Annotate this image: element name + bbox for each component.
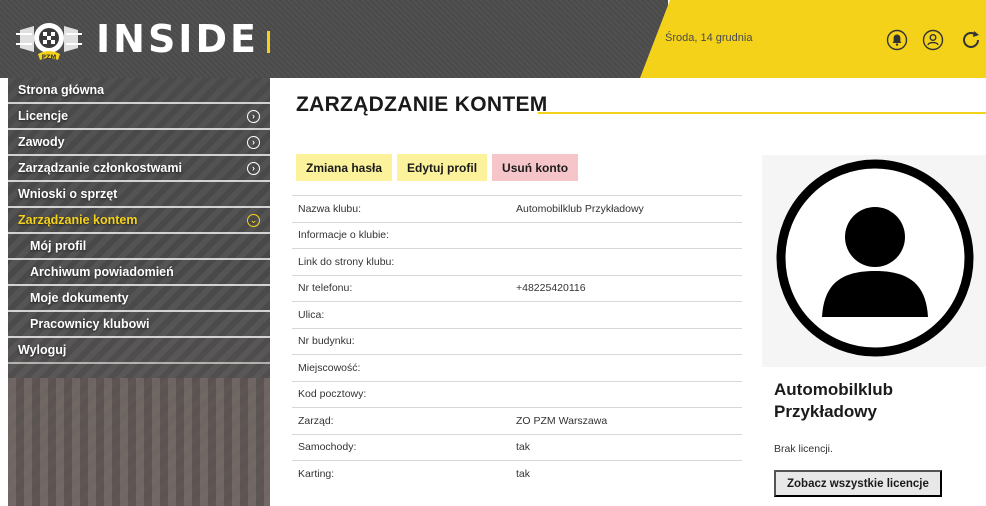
user-avatar-icon — [776, 159, 974, 357]
sidebar-item-home[interactable]: Strona główna — [8, 78, 270, 104]
field-label: Ulica: — [298, 308, 325, 321]
inside-logo[interactable]: PZM INSIDE — [14, 16, 270, 62]
delete-account-button[interactable]: Usuń konto — [492, 154, 579, 181]
sidebar-nav: Strona główna Licencje › Zawody › Zarząd… — [8, 78, 270, 364]
field-label: Nazwa klubu: — [298, 202, 362, 215]
info-row-club-website: Link do strony klubu: — [292, 248, 742, 275]
info-row-phone: Nr telefonu: +48225420116 — [292, 274, 742, 302]
field-value: tak — [516, 467, 531, 480]
profile-club-name: Automobilklub Przykładowy — [774, 379, 893, 423]
chevron-down-icon: ⌄ — [247, 214, 260, 227]
info-row-karting: Karting: tak — [292, 460, 742, 487]
sidebar-item-label: Pracownicy klubowi — [30, 317, 150, 331]
logo-accent-bar — [266, 31, 270, 53]
field-value: ZO PZM Warszawa — [516, 414, 608, 427]
sidebar-item-my-profile[interactable]: Mój profil — [8, 234, 270, 260]
info-row-building-number: Nr budynku: — [292, 327, 742, 355]
chevron-right-icon: › — [247, 136, 260, 149]
info-row-cars: Samochody: tak — [292, 433, 742, 461]
sidebar-item-memberships[interactable]: Zarządzanie członkostwami › — [8, 156, 270, 182]
info-row-club-name: Nazwa klubu: Automobilklub Przykładowy — [292, 195, 742, 222]
sidebar-item-account-management[interactable]: Zarządzanie kontem ⌄ — [8, 208, 270, 234]
field-value: tak — [516, 441, 531, 454]
field-label: Informacje o klubie: — [298, 229, 390, 242]
field-label: Zarząd: — [298, 414, 334, 427]
club-name-line1: Automobilklub — [774, 380, 893, 399]
sidebar: Strona główna Licencje › Zawody › Zarząd… — [8, 78, 270, 506]
bell-icon[interactable] — [886, 29, 908, 51]
chevron-right-icon: › — [247, 110, 260, 123]
refresh-icon[interactable] — [960, 29, 982, 51]
page-title: ZARZĄDZANIE KONTEM — [296, 93, 548, 116]
chevron-right-icon: › — [247, 162, 260, 175]
sidebar-item-label: Zarządzanie członkostwami — [18, 161, 182, 175]
club-info-table: Nazwa klubu: Automobilklub Przykładowy I… — [292, 195, 742, 487]
sidebar-item-label: Archiwum powiadomień — [30, 265, 174, 279]
user-circle-icon[interactable] — [922, 29, 944, 51]
info-row-board: Zarząd: ZO PZM Warszawa — [292, 407, 742, 434]
field-label: Nr budynku: — [298, 335, 355, 348]
change-password-button[interactable]: Zmiana hasła — [296, 154, 393, 181]
field-value: +48225420116 — [516, 282, 586, 295]
top-header: PZM INSIDE Środa, 14 grudnia — [0, 0, 986, 78]
sidebar-item-label: Zawody — [18, 135, 65, 149]
field-value: Automobilklub Przykładowy — [516, 202, 644, 215]
sidebar-item-licenses[interactable]: Licencje › — [8, 104, 270, 130]
field-label: Nr telefonu: — [298, 282, 353, 295]
info-row-postal-code: Kod pocztowy: — [292, 380, 742, 408]
sidebar-item-notification-archive[interactable]: Archiwum powiadomień — [8, 260, 270, 286]
field-label: Kod pocztowy: — [298, 388, 367, 401]
field-label: Link do strony klubu: — [298, 255, 395, 268]
info-row-street: Ulica: — [292, 301, 742, 328]
sidebar-item-label: Licencje — [18, 109, 69, 123]
sidebar-item-label: Wyloguj — [18, 343, 67, 357]
sidebar-item-my-documents[interactable]: Moje dokumenty — [8, 286, 270, 312]
club-name-line2: Przykładowy — [774, 402, 877, 421]
field-label: Samochody: — [298, 441, 357, 454]
profile-avatar — [762, 155, 986, 367]
sidebar-item-label: Strona główna — [18, 83, 105, 97]
license-status: Brak licencji. — [774, 443, 833, 455]
account-actions: Zmiana hasła Edytuj profil Usuń konto — [296, 154, 579, 181]
logo-text: INSIDE — [96, 17, 259, 61]
edit-profile-button[interactable]: Edytuj profil — [397, 154, 488, 181]
view-all-licenses-button[interactable]: Zobacz wszystkie licencje — [774, 470, 942, 497]
sidebar-item-label: Wnioski o sprzęt — [18, 187, 118, 201]
info-row-city: Miejscowość: — [292, 354, 742, 381]
logo-badge-text: PZM — [42, 54, 57, 61]
sidebar-item-label: Zarządzanie kontem — [18, 213, 138, 227]
sidebar-item-logout[interactable]: Wyloguj — [8, 338, 270, 364]
field-label: Miejscowość: — [298, 361, 361, 374]
field-label: Karting: — [298, 467, 335, 480]
title-underline — [538, 112, 986, 114]
sidebar-item-competitions[interactable]: Zawody › — [8, 130, 270, 156]
current-date: Środa, 14 grudnia — [665, 32, 753, 44]
sidebar-item-label: Moje dokumenty — [30, 291, 129, 305]
pzm-logo-icon: PZM — [16, 23, 82, 61]
sidebar-item-club-staff[interactable]: Pracownicy klubowi — [8, 312, 270, 338]
sidebar-item-equipment-requests[interactable]: Wnioski o sprzęt — [8, 182, 270, 208]
sidebar-item-label: Mój profil — [30, 239, 87, 253]
info-row-club-info: Informacje o klubie: — [292, 221, 742, 249]
